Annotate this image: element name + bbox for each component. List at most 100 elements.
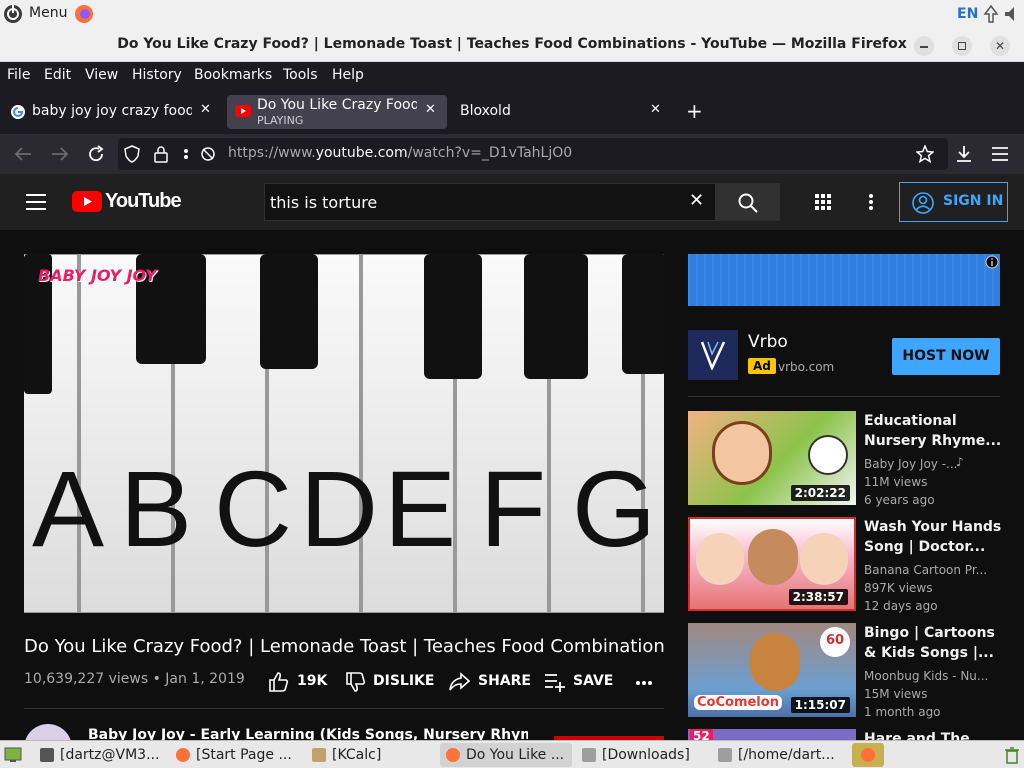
taskbar-item-downloads[interactable]: [Downloads] bbox=[576, 743, 708, 767]
dislike-button[interactable]: DISLIKE bbox=[345, 670, 435, 694]
related-thumbnail[interactable]: 52 bbox=[688, 729, 856, 740]
menu-history[interactable]: History bbox=[132, 67, 182, 83]
cartoon-face bbox=[712, 421, 772, 485]
related-thumbnail[interactable]: 2:38:57 bbox=[688, 517, 856, 611]
search-input[interactable]: this is torture bbox=[270, 193, 377, 212]
mint-menu-icon[interactable] bbox=[3, 4, 23, 24]
related-video-item[interactable]: 60 CoComelon 1:15:07 Bingo | Cartoons & … bbox=[688, 623, 1018, 719]
more-actions-icon[interactable] bbox=[635, 680, 653, 686]
search-button[interactable] bbox=[716, 183, 780, 221]
ad-title[interactable]: Vrbo bbox=[748, 332, 788, 352]
share-icon bbox=[449, 672, 470, 691]
key-letter: D bbox=[300, 448, 378, 569]
key-letter: A bbox=[32, 448, 105, 569]
related-channel: Baby Joy Joy -... bbox=[864, 457, 958, 471]
tray-firefox-button[interactable] bbox=[852, 743, 884, 767]
forward-icon[interactable] bbox=[51, 146, 69, 162]
ad-domain: vrbo.com bbox=[778, 360, 835, 374]
tab-bloxold[interactable]: Bloxold ✕ bbox=[452, 95, 668, 129]
menu-tools[interactable]: Tools bbox=[283, 67, 318, 83]
terminal-icon bbox=[40, 748, 54, 762]
number-badge: 52 bbox=[690, 729, 713, 740]
guide-menu-icon[interactable] bbox=[26, 194, 46, 210]
tab-label: Bloxold bbox=[460, 103, 511, 119]
related-video-item[interactable]: 52 Hare and The bbox=[688, 729, 1018, 740]
shield-icon[interactable] bbox=[124, 145, 140, 163]
cartoon-kid bbox=[748, 529, 798, 585]
more-settings-icon[interactable] bbox=[868, 193, 874, 211]
url-bar[interactable]: https://www.youtube.com/watch?v=_D1vTahL… bbox=[118, 138, 948, 170]
duration-badge: 2:38:57 bbox=[788, 589, 848, 605]
network-icon[interactable] bbox=[983, 5, 999, 23]
youtube-page: YouTube this is torture ✕ SIGN IN BABY J… bbox=[0, 174, 1024, 740]
vrbo-logo[interactable] bbox=[688, 330, 738, 380]
channel-avatar[interactable] bbox=[24, 724, 72, 740]
taskbar-item-kcalc[interactable]: [KCalc] bbox=[306, 743, 438, 767]
related-video-item[interactable]: 2:38:57 Wash Your Hands Song | Doctor...… bbox=[688, 517, 1018, 613]
back-icon[interactable] bbox=[14, 146, 32, 162]
related-thumbnail[interactable]: 2:02:22 bbox=[688, 411, 856, 505]
app-menu-icon[interactable] bbox=[991, 146, 1009, 162]
related-views: 11M views bbox=[864, 475, 928, 489]
window-titlebar: Do You Like Crazy Food? | Lemonade Toast… bbox=[0, 28, 1024, 62]
close-tab-icon[interactable]: ✕ bbox=[200, 102, 211, 117]
downloads-icon[interactable] bbox=[955, 145, 973, 163]
tab-strip: baby joy joy crazy food - G ✕ Do You Lik… bbox=[0, 90, 1024, 134]
maximize-button[interactable] bbox=[952, 36, 972, 56]
close-tab-icon[interactable]: ✕ bbox=[425, 102, 436, 117]
new-tab-button[interactable]: + bbox=[686, 99, 703, 123]
channel-name[interactable]: Baby Joy Joy - Early Learning (Kids Song… bbox=[88, 727, 528, 740]
menu-bookmarks[interactable]: Bookmarks bbox=[194, 67, 272, 83]
minimize-button[interactable] bbox=[914, 36, 934, 56]
taskbar-item-home-folder[interactable]: [/home/dart... bbox=[712, 743, 846, 767]
video-player[interactable]: BABY JOY JOY A B C D E F G bbox=[24, 254, 664, 613]
cartoon-kid bbox=[696, 533, 744, 585]
youtube-wordmark: YouTube bbox=[105, 190, 182, 212]
clear-search-icon[interactable]: ✕ bbox=[689, 190, 704, 211]
trash-icon[interactable] bbox=[1004, 746, 1020, 764]
search-box[interactable]: this is torture ✕ bbox=[264, 183, 716, 221]
bookmark-star-icon[interactable] bbox=[916, 145, 934, 163]
search-icon bbox=[738, 193, 758, 213]
permissions-icon[interactable] bbox=[182, 146, 218, 162]
menu-view[interactable]: View bbox=[85, 67, 118, 83]
related-title: Bingo | Cartoons & Kids Songs |... bbox=[864, 625, 995, 661]
menu-help[interactable]: Help bbox=[332, 67, 364, 83]
related-thumbnail[interactable]: 60 CoComelon 1:15:07 bbox=[688, 623, 856, 717]
taskbar-item-terminal[interactable]: [dartz@VM3... bbox=[34, 743, 170, 767]
url-text[interactable]: https://www.youtube.com/watch?v=_D1vTahL… bbox=[228, 145, 572, 161]
lock-icon[interactable] bbox=[154, 145, 168, 163]
cartoon-cow bbox=[808, 435, 848, 475]
taskbar-item-start-page[interactable]: [Start Page ... bbox=[170, 743, 304, 767]
calculator-icon bbox=[312, 748, 326, 762]
key-letter: F bbox=[480, 448, 546, 569]
firefox-icon bbox=[446, 748, 460, 762]
related-video-item[interactable]: 2:02:22 Educational Nursery Rhyme... Bab… bbox=[688, 411, 1018, 507]
firefox-menubar: File Edit View History Bookmarks Tools H… bbox=[0, 62, 1024, 90]
sign-in-button[interactable]: SIGN IN bbox=[899, 182, 1008, 222]
system-taskbar: [dartz@VM3... [Start Page ... [KCalc] Do… bbox=[0, 740, 1024, 768]
show-desktop-icon[interactable] bbox=[4, 746, 22, 764]
close-window-button[interactable]: ✕ bbox=[990, 36, 1010, 56]
share-button[interactable]: SHARE bbox=[448, 670, 531, 694]
host-now-button[interactable]: HOST NOW bbox=[892, 338, 1000, 375]
save-button[interactable]: SAVE bbox=[544, 670, 614, 694]
sound-icon[interactable] bbox=[1003, 5, 1019, 23]
menu-file[interactable]: File bbox=[7, 67, 30, 83]
related-title: Wash Your Hands Song | Doctor... bbox=[864, 519, 1002, 555]
keyboard-layout-indicator[interactable]: EN bbox=[957, 6, 978, 22]
ad-banner[interactable] bbox=[688, 254, 1000, 306]
firefox-launcher-icon[interactable] bbox=[74, 4, 94, 24]
taskbar-item-firefox-active[interactable]: Do You Like ... bbox=[440, 743, 572, 767]
menu-edit[interactable]: Edit bbox=[44, 67, 71, 83]
ad-info-icon[interactable] bbox=[985, 255, 999, 269]
tab-google-search[interactable]: baby joy joy crazy food - G ✕ bbox=[4, 95, 220, 129]
save-label: SAVE bbox=[573, 673, 614, 689]
reload-icon[interactable] bbox=[87, 145, 105, 163]
apps-grid-icon[interactable] bbox=[815, 194, 831, 210]
thumbs-down-icon bbox=[346, 672, 366, 692]
menu-label[interactable]: Menu bbox=[29, 5, 67, 21]
close-tab-icon[interactable]: ✕ bbox=[650, 102, 661, 117]
video-title: Do You Like Crazy Food? | Lemonade Toast… bbox=[24, 636, 664, 657]
tab-youtube-active[interactable]: Do You Like Crazy Food? PLAYING ✕ bbox=[227, 95, 447, 129]
